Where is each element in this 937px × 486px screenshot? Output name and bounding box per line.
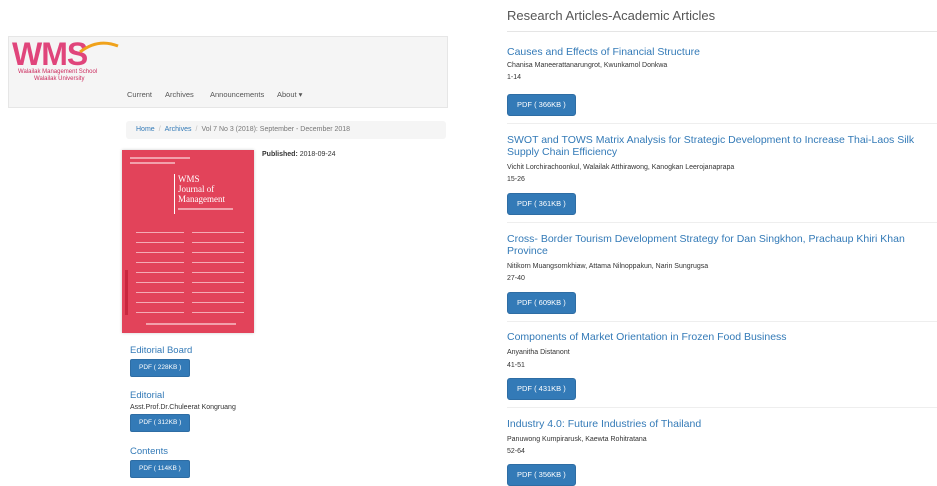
- logo-subtitle: Walailak Management School: [18, 69, 98, 75]
- section-heading: Research Articles-Academic Articles: [507, 8, 716, 23]
- contents-pdf-button[interactable]: PDF ( 114KB ): [130, 460, 190, 478]
- article-divider: [507, 222, 937, 223]
- article-pdf-button-1[interactable]: PDF ( 366KB ): [507, 94, 576, 116]
- section-divider: [507, 31, 937, 32]
- cover-title: WMS: [178, 174, 200, 184]
- cover-title-journal: Journal of: [178, 184, 215, 194]
- article-pdf-button-5[interactable]: PDF ( 356KB ): [507, 464, 576, 486]
- logo-swoosh-icon: [79, 41, 119, 54]
- article-title-3[interactable]: Cross- Border Tourism Development Strate…: [507, 233, 937, 257]
- article-pages-4: 41-51: [507, 362, 525, 369]
- article-authors-2: Vichit Lorchirachoonkul, Walailak Atthir…: [507, 164, 735, 171]
- logo-wordmark: WMS: [12, 36, 88, 72]
- breadcrumb-home[interactable]: Home: [136, 126, 155, 133]
- article-title-1[interactable]: Causes and Effects of Financial Structur…: [507, 46, 937, 58]
- published-value: 2018-09-24: [299, 151, 336, 158]
- nav-announcements[interactable]: Announcements: [210, 90, 264, 99]
- article-pdf-button-2[interactable]: PDF ( 361KB ): [507, 193, 576, 215]
- site-logo[interactable]: WMS Walailak Management School Walailak …: [12, 38, 122, 84]
- editorial-board-link[interactable]: Editorial Board: [130, 345, 192, 356]
- article-title-2[interactable]: SWOT and TOWS Matrix Analysis for Strate…: [507, 134, 937, 158]
- cover-title-management: Management: [178, 194, 225, 204]
- article-pdf-button-3[interactable]: PDF ( 609KB ): [507, 292, 576, 314]
- article-authors-1: Chanisa Maneerattanarungrot, Kwunkamol D…: [507, 62, 668, 69]
- editorial-pdf-button[interactable]: PDF ( 312KB ): [130, 414, 191, 432]
- article-pages-3: 27-40: [507, 275, 525, 282]
- nav-archives[interactable]: Archives: [165, 90, 194, 99]
- article-authors-4: Anyanitha Distanont: [507, 349, 570, 356]
- breadcrumb-current: Vol 7 No 3 (2018): September - December …: [201, 126, 351, 133]
- editorial-author: Asst.Prof.Dr.Chuleerat Kongruang: [130, 404, 236, 411]
- article-authors-3: Nitikorn Muangsornkhiaw, Attama Nilnoppa…: [507, 263, 709, 270]
- article-divider: [507, 321, 937, 322]
- article-pdf-button-4[interactable]: PDF ( 431KB ): [507, 378, 576, 400]
- editorial-board-pdf-button[interactable]: PDF ( 228KB ): [130, 359, 191, 377]
- article-authors-5: Panuwong Kumpirarusk, Kaewta Rohitratana: [507, 436, 647, 443]
- article-title-5[interactable]: Industry 4.0: Future Industries of Thail…: [507, 418, 937, 430]
- breadcrumb: Home / Archives / Vol 7 No 3 (2018): Septemb…: [126, 121, 446, 139]
- breadcrumb-archives[interactable]: Archives: [165, 126, 192, 133]
- article-pages-2: 15-26: [507, 176, 525, 183]
- article-pages-1: 1-14: [507, 74, 522, 81]
- nav-about[interactable]: About ▾: [277, 90, 302, 99]
- article-divider: [507, 123, 937, 124]
- logo-subtitle-university: Walailak University: [34, 76, 85, 82]
- article-pages-5: 52-64: [507, 448, 525, 455]
- issue-cover-image[interactable]: WMS Journal of Management: [122, 150, 254, 333]
- published-label: Published:: [262, 151, 298, 158]
- article-title-4[interactable]: Components of Market Orientation in Froz…: [507, 331, 937, 343]
- contents-link[interactable]: Contents: [130, 446, 168, 457]
- nav-current[interactable]: Current: [127, 90, 152, 99]
- published-date: Published: 2018-09-24: [262, 151, 336, 158]
- editorial-link[interactable]: Editorial: [130, 390, 164, 401]
- article-divider: [507, 407, 937, 408]
